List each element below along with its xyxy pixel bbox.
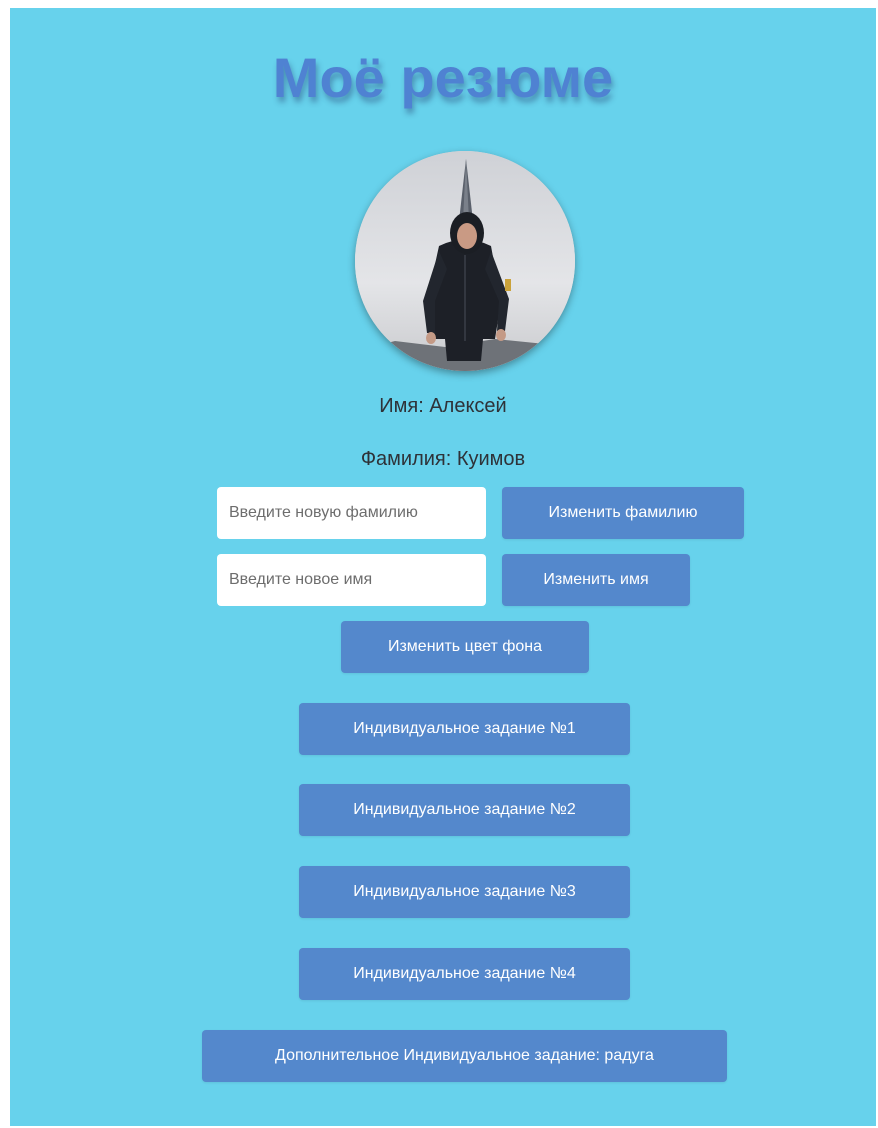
task-2-button[interactable]: Индивидуальное задание №2 [299,784,630,836]
surname-display: Фамилия: Куимов [360,448,526,470]
page-title: Моё резюме [272,46,614,109]
name-input[interactable] [217,554,486,606]
change-background-button[interactable]: Изменить цвет фона [341,621,589,673]
avatar-photo [355,151,575,371]
resume-page: Моё резюме Имя: Алексей Фамилия: Куимов … [10,8,876,1126]
avatar [355,151,575,371]
surname-input[interactable] [217,487,486,539]
task-3-button[interactable]: Индивидуальное задание №3 [299,866,630,918]
name-display: Имя: Алексей [379,395,507,417]
change-name-button[interactable]: Изменить имя [502,554,690,606]
rainbow-task-button[interactable]: Дополнительное Индивидуальное задание: р… [202,1030,727,1082]
task-1-button[interactable]: Индивидуальное задание №1 [299,703,630,755]
task-4-button[interactable]: Индивидуальное задание №4 [299,948,630,1000]
change-surname-button[interactable]: Изменить фамилию [502,487,744,539]
